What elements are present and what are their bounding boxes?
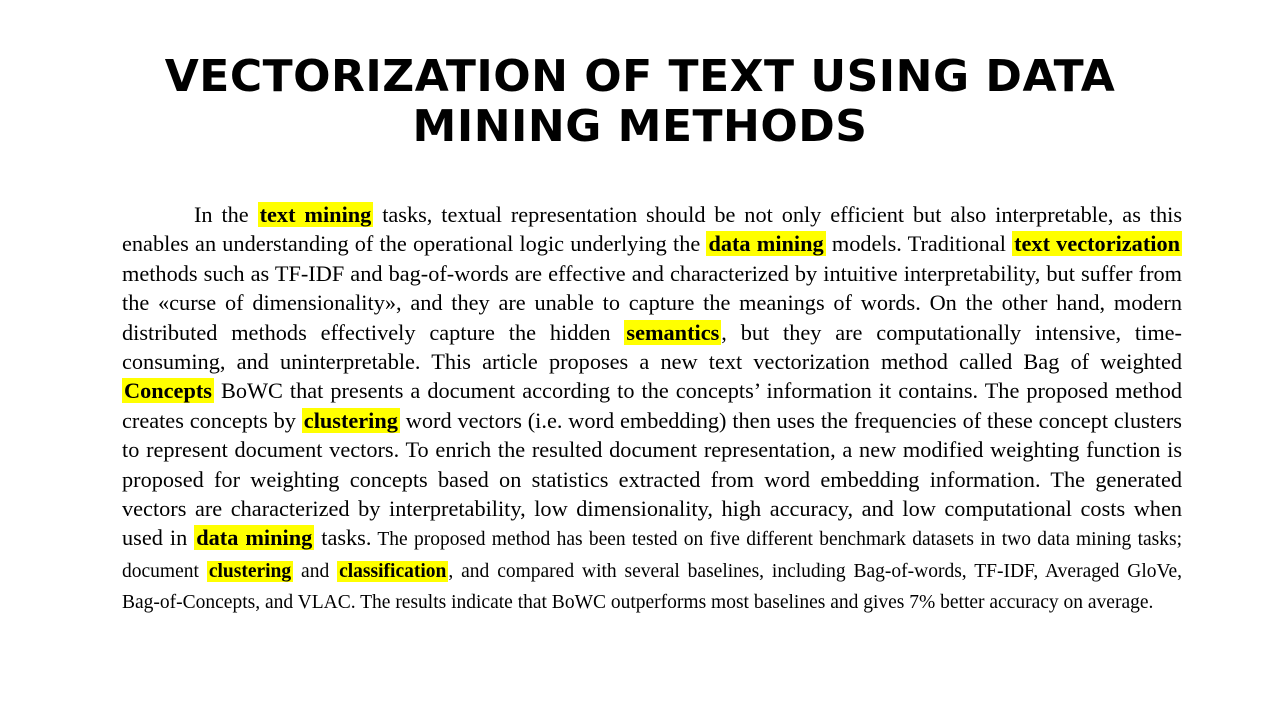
highlighted-term: data mining <box>706 231 826 257</box>
highlighted-term: data mining <box>194 525 315 551</box>
slide-title: VECTORIZATION OF TEXT USING DATA MINING … <box>0 52 1280 152</box>
text-segment: and <box>293 560 338 582</box>
abstract-body: In the text mining tasks, textual repres… <box>122 200 1182 618</box>
abstract-paragraph: In the text mining tasks, textual repres… <box>122 200 1182 618</box>
slide-title-line-2: MINING METHODS <box>412 101 868 152</box>
highlighted-term: clustering <box>206 560 294 582</box>
highlighted-term: classification <box>337 560 449 582</box>
text-segment: tasks. <box>314 525 372 551</box>
highlighted-term: clustering <box>301 407 400 433</box>
highlighted-term: text vectorization <box>1012 231 1182 257</box>
slide-title-line-1: VECTORIZATION OF TEXT USING DATA <box>164 51 1116 102</box>
highlighted-term: semantics <box>624 319 722 345</box>
highlighted-term: Concepts <box>122 378 214 404</box>
highlighted-term: text mining <box>257 202 374 227</box>
text-segment: models. Traditional <box>825 231 1013 257</box>
text-segment: In the <box>194 202 258 227</box>
